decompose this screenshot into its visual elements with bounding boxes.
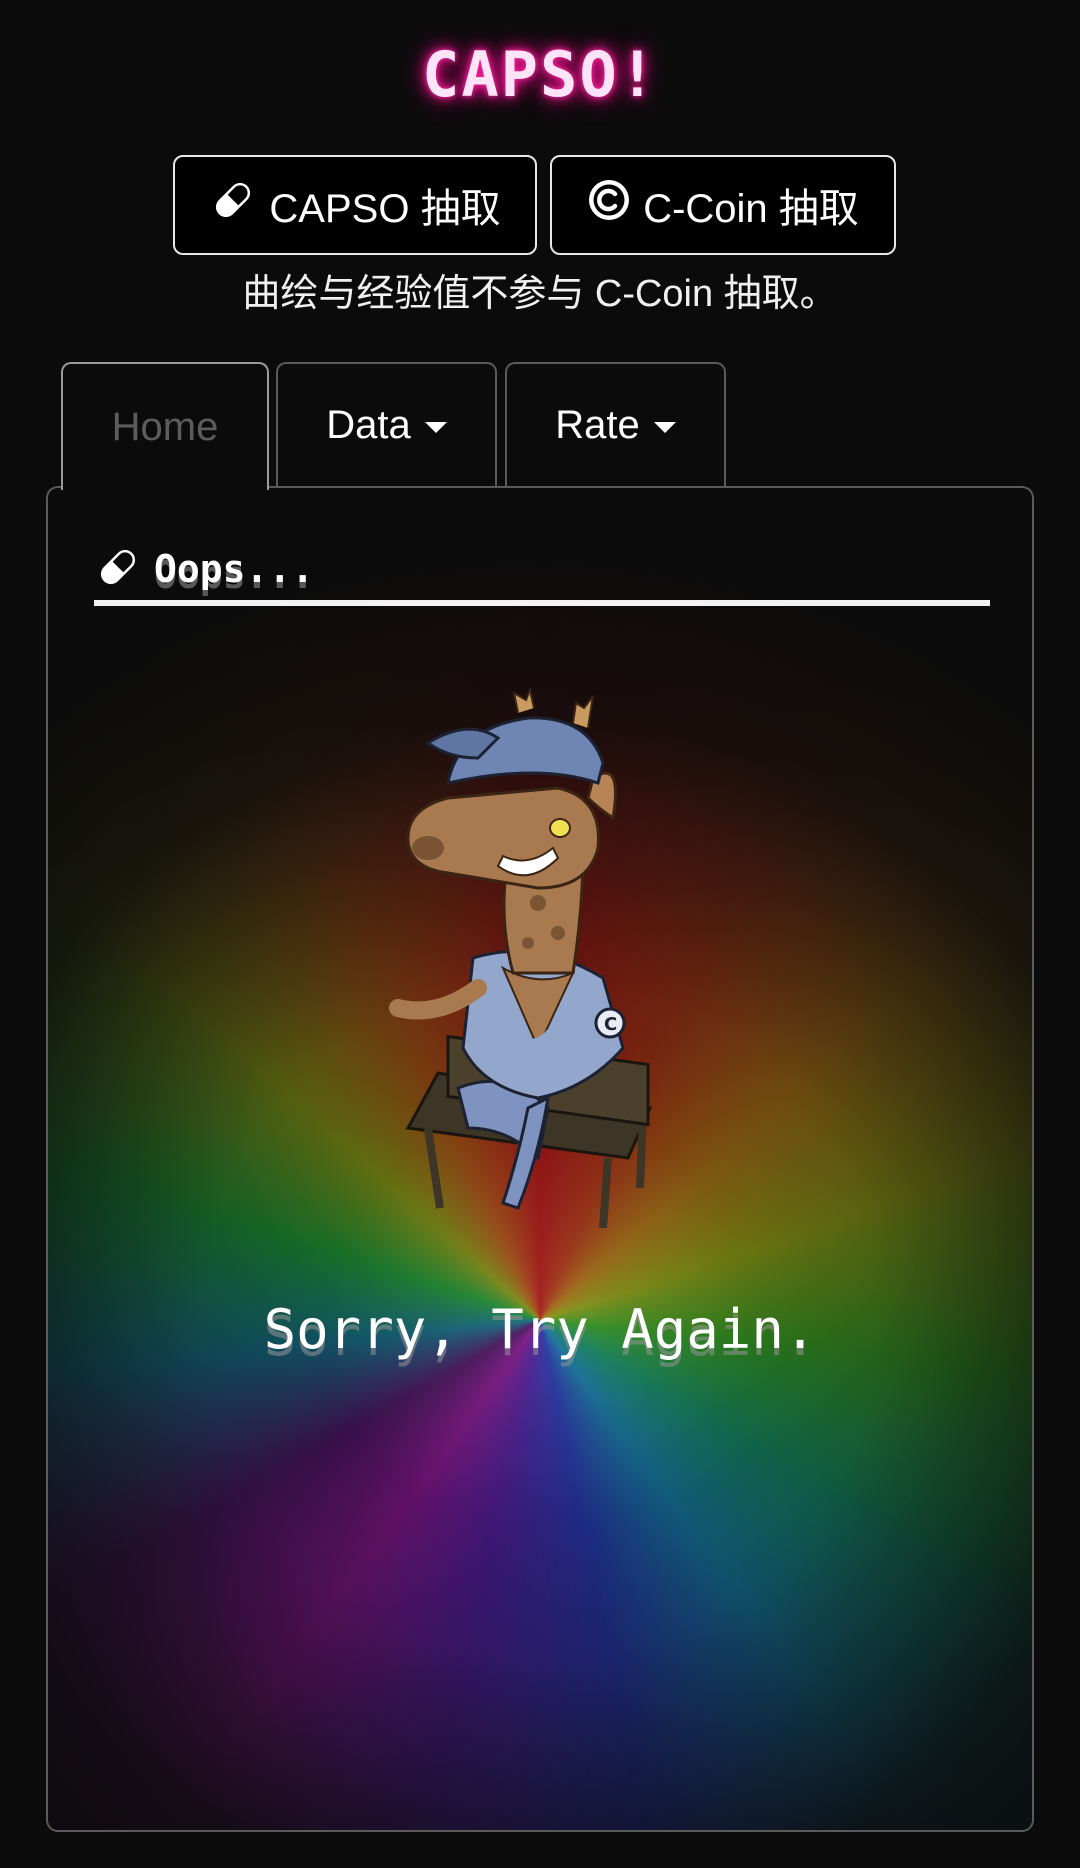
tab-home-label: Home (111, 404, 219, 449)
copyright-coin-icon (587, 178, 631, 232)
caret-down-icon (424, 422, 447, 433)
draw-notice: 曲绘与经验值不参与 C-Coin 抽取。 (242, 273, 838, 315)
caret-down-icon (653, 422, 676, 433)
result-panel: Oops... C Sorry, Try Again. (46, 486, 1034, 1832)
tab-data[interactable]: Data (276, 362, 497, 487)
pill-icon (209, 176, 257, 234)
tab-home[interactable]: Home (61, 362, 269, 490)
ccoin-draw-button[interactable]: C-Coin 抽取 (550, 155, 896, 255)
svg-text:C: C (604, 1014, 617, 1035)
tab-data-label: Data (326, 403, 411, 447)
tab-rate[interactable]: Rate (505, 362, 726, 487)
result-message: Sorry, Try Again. (263, 1298, 817, 1361)
ccoin-draw-label: C-Coin 抽取 (643, 187, 859, 231)
tab-rate-label: Rate (555, 403, 640, 447)
giraffe-mascot-image: C (388, 686, 688, 1233)
result-header: Oops... (94, 538, 990, 606)
capso-draw-label: CAPSO 抽取 (269, 187, 501, 231)
app-title: CAPSO! (422, 38, 658, 111)
result-title: Oops... (154, 547, 315, 591)
pill-icon (94, 543, 142, 596)
capso-draw-button[interactable]: CAPSO 抽取 (173, 155, 537, 255)
